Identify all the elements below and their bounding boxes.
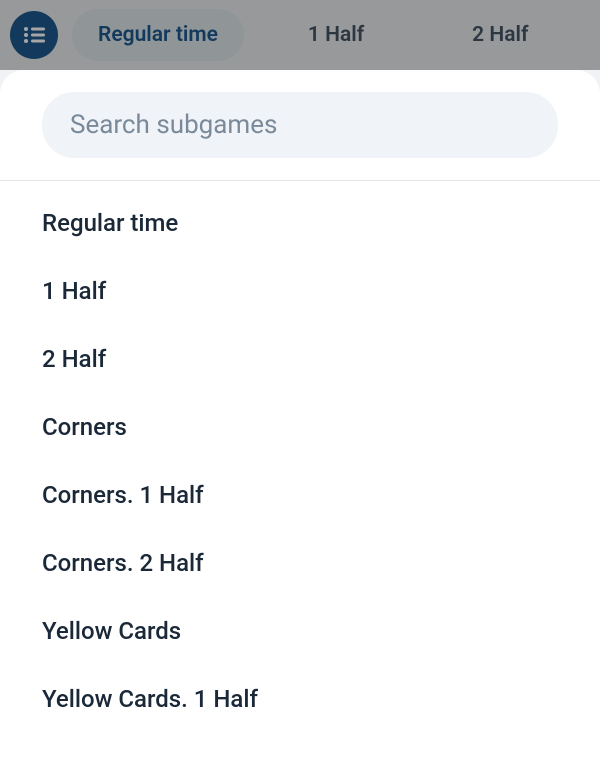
top-tab-bar: Regular time 1 Half 2 Half bbox=[0, 0, 600, 70]
list-item[interactable]: Corners. 1 Half bbox=[0, 461, 600, 529]
search-container bbox=[0, 70, 600, 181]
list-item[interactable]: Corners bbox=[0, 393, 600, 461]
list-icon bbox=[23, 26, 45, 44]
list-item[interactable]: 2 Half bbox=[0, 325, 600, 393]
list-item[interactable]: 1 Half bbox=[0, 257, 600, 325]
list-toggle-button[interactable] bbox=[10, 11, 58, 59]
list-item[interactable]: Corners. 2 Half bbox=[0, 529, 600, 597]
tab-2-half[interactable]: 2 Half bbox=[472, 23, 528, 47]
search-input[interactable] bbox=[42, 92, 558, 158]
list-item[interactable]: Regular time bbox=[0, 189, 600, 257]
tab-regular-time[interactable]: Regular time bbox=[72, 9, 244, 61]
subgames-list[interactable]: Regular time 1 Half 2 Half Corners Corne… bbox=[0, 181, 600, 765]
subgames-sheet: Regular time 1 Half 2 Half Corners Corne… bbox=[0, 70, 600, 765]
list-item[interactable]: Yellow Cards. 1 Half bbox=[0, 665, 600, 733]
tab-1-half[interactable]: 1 Half bbox=[308, 23, 364, 47]
list-item[interactable]: Yellow Cards bbox=[0, 597, 600, 665]
